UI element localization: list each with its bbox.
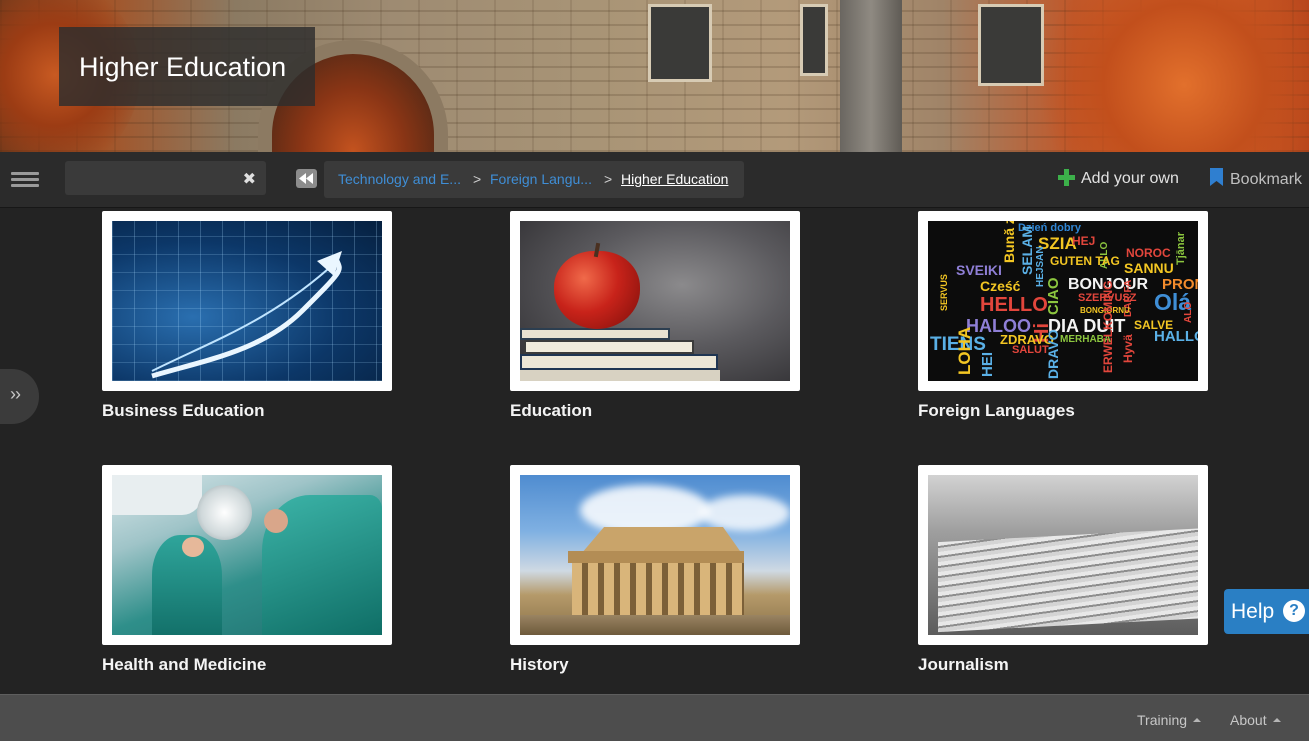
footer-bar: Training About — [0, 694, 1309, 741]
card-frame — [918, 465, 1208, 645]
help-button[interactable]: Help ? — [1224, 589, 1309, 634]
plus-icon — [1058, 169, 1075, 186]
card-label: Foreign Languages — [918, 401, 1075, 420]
help-label: Help — [1231, 600, 1275, 623]
word-cloud-word: SANNU — [1124, 260, 1174, 276]
stock-chart-arrow-image — [112, 221, 382, 381]
training-menu[interactable]: Training — [1137, 712, 1202, 728]
card-frame: Dzień dobry SZIA Bună ziua SELAM HEJ ALLO NORO… — [918, 211, 1208, 391]
breadcrumb-separator: > — [604, 171, 613, 187]
header-banner: Higher Education — [0, 0, 1309, 152]
about-menu[interactable]: About — [1230, 712, 1281, 728]
word-cloud-word: ALO — [1183, 301, 1194, 323]
expand-sidebar-button[interactable]: › › — [0, 369, 39, 424]
parthenon-ruins-image — [520, 475, 790, 635]
word-cloud-word: Hyvä — [1121, 334, 1135, 363]
search-box: ✖ — [65, 161, 266, 195]
word-cloud-word: HELLO — [980, 294, 1048, 316]
double-chevron-right-icon: › › — [10, 384, 21, 404]
category-card-journalism[interactable]: Journalism — [918, 465, 1208, 675]
training-label: Training — [1137, 712, 1188, 728]
category-card-foreign-languages[interactable]: Dzień dobry SZIA Bună ziua SELAM HEJ ALLO NORO… — [918, 211, 1208, 421]
category-card-education[interactable]: Education — [510, 211, 800, 421]
card-label: Education — [510, 401, 593, 420]
word-cloud-word: HALLO — [1154, 328, 1198, 345]
rewind-back-icon[interactable] — [296, 169, 317, 188]
question-circle-icon: ? — [1283, 600, 1305, 622]
search-input[interactable] — [65, 161, 235, 195]
breadcrumb-link-technology[interactable]: Technology and E... — [338, 161, 461, 198]
card-label: Journalism — [918, 655, 1009, 674]
word-cloud-word: SALUT — [1012, 344, 1049, 356]
category-card-business-education[interactable]: Business Education — [102, 211, 392, 421]
breadcrumb: Technology and E... > Foreign Langu... >… — [324, 161, 744, 198]
category-card-history[interactable]: History — [510, 465, 800, 675]
word-cloud-word: SVEIKI — [956, 262, 1002, 278]
apple-on-books-image — [520, 221, 790, 381]
card-frame — [510, 211, 800, 391]
word-cloud-word: HEI — [979, 351, 996, 377]
word-cloud-word: Tjānar — [1175, 231, 1187, 265]
word-cloud-word: Cześć — [980, 278, 1021, 294]
autumn-tree-right — [1019, 0, 1309, 152]
card-frame — [102, 465, 392, 645]
word-cloud-word: SERVUS — [939, 274, 949, 311]
tree-trunk — [840, 0, 902, 152]
page-title-box: Higher Education — [59, 27, 315, 106]
breadcrumb-separator: > — [473, 171, 482, 187]
breadcrumb-current-higher-education[interactable]: Higher Education — [621, 161, 728, 198]
word-cloud-word: DRAVO — [1045, 329, 1061, 379]
caret-up-icon — [1272, 718, 1281, 722]
bookmark-icon — [1210, 168, 1223, 186]
card-label: History — [510, 655, 569, 674]
word-cloud-word: HEJ — [1072, 234, 1096, 248]
card-label: Health and Medicine — [102, 655, 267, 674]
word-cloud-word: CIAO — [1045, 277, 1062, 316]
word-cloud-word: Bună ziua — [1001, 221, 1017, 263]
word-cloud-word: ERWELKOMING — [1101, 280, 1115, 373]
building-window — [648, 4, 712, 82]
surgeons-operating-room-image — [112, 475, 382, 635]
word-cloud-word: SELAM — [1019, 226, 1035, 275]
breadcrumb-link-foreign-languages[interactable]: Foreign Langu... — [490, 161, 592, 198]
clear-search-icon[interactable]: ✖ — [243, 169, 256, 189]
page-title: Higher Education — [79, 52, 287, 82]
category-grid: › › Business Education Education Dzień d… — [0, 208, 1309, 694]
word-cloud-word: GUTEN TAG — [1050, 254, 1120, 268]
hello-word-cloud-image: Dzień dobry SZIA Bună ziua SELAM HEJ ALLO NORO… — [928, 221, 1198, 381]
building-window — [800, 4, 828, 76]
menu-icon[interactable] — [11, 172, 39, 187]
card-frame — [510, 465, 800, 645]
about-label: About — [1230, 712, 1267, 728]
card-frame — [102, 211, 392, 391]
card-label: Business Education — [102, 401, 265, 420]
category-card-health-and-medicine[interactable]: Health and Medicine — [102, 465, 392, 675]
caret-up-icon — [1193, 718, 1202, 722]
add-your-own-label: Add your own — [1081, 170, 1179, 187]
newspaper-stack-image — [928, 475, 1198, 635]
toolbar: ✖ Technology and E... > Foreign Langu...… — [0, 152, 1309, 208]
bookmark-label: Bookmark — [1230, 171, 1303, 188]
word-cloud-word: NOROC — [1126, 246, 1171, 260]
word-cloud-word: LOHA — [955, 326, 974, 375]
